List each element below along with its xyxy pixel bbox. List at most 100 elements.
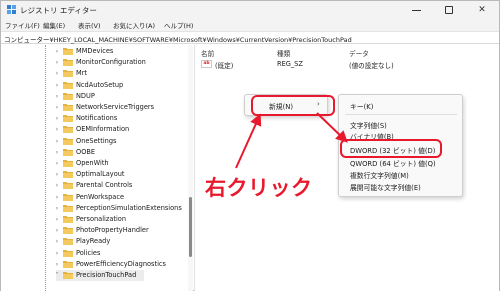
submenu-multi-string-value[interactable]: 複数行文字列値(M) [350,170,409,180]
tree-item-label: OptimalLayout [76,170,125,179]
submenu-expandable-string-value[interactable]: 展開可能な文字列値(E) [350,182,421,192]
tree-item[interactable]: › OptimalLayout [1,169,188,180]
minimize-button[interactable] [400,1,432,19]
menu-bar: ファイル(F) 編集(E) 表示(V) お気に入り(A) ヘルプ(H) [1,19,499,31]
tree-item[interactable]: ˅ PrecisionTouchPad [1,270,188,281]
chevron-right-icon[interactable]: › [53,181,61,190]
tree-item[interactable]: › PenWorkspace [1,192,188,203]
chevron-right-icon[interactable]: › [53,237,61,246]
submenu-key[interactable]: キー(K) [350,101,373,111]
chevron-right-icon[interactable]: › [53,103,61,112]
value-type: REG_SZ [277,60,303,68]
menu-help[interactable]: ヘルプ(H) [164,20,193,30]
tree-item[interactable]: › PhotoPropertyHandler [1,225,188,236]
tree-item-label: OOBE [76,147,96,156]
chevron-right-icon[interactable]: › [53,204,61,213]
new-menu-highlight [251,95,335,116]
folder-icon [63,148,73,156]
tree-item-label: PlayReady [76,237,111,246]
chevron-right-icon[interactable]: › [53,170,61,179]
value-data: (値の設定なし) [349,62,394,70]
string-value-icon: ab [201,60,212,68]
chevron-right-icon[interactable]: › [53,215,61,224]
folder-icon [63,171,73,179]
submenu-separator [345,114,457,115]
folder-icon [63,104,73,111]
tree-item[interactable]: › MonitorConfiguration [1,57,188,68]
submenu-qword-value[interactable]: QWORD (64 ビット) 値(Q) [350,158,436,168]
tree-item-label: PowerEfficiencyDiagnostics [76,259,166,268]
tree-scroll-thumb[interactable] [189,197,192,257]
tree-item[interactable]: › OOBE [1,147,188,158]
tree-item[interactable]: › NcdAutoSetup [1,80,188,91]
column-header-data[interactable]: データ [349,48,369,58]
folder-icon [63,92,73,100]
chevron-right-icon[interactable]: › [53,81,61,90]
tree-item-label: OpenWith [76,159,109,167]
value-row[interactable]: ab (既定) REG_SZ (値の設定なし) [195,59,499,70]
close-icon: ✕ [478,5,486,15]
column-header-type[interactable]: 種類 [277,48,290,58]
folder-icon [63,227,73,235]
chevron-right-icon[interactable]: › [53,159,61,168]
folder-icon [63,182,73,190]
tree-item[interactable]: › NetworkServiceTriggers [1,102,188,113]
address-bar[interactable]: コンピューター¥HKEY_LOCAL_MACHINE¥SOFTWARE¥Micr… [1,31,499,44]
folder-icon [63,48,73,55]
chevron-right-icon[interactable]: › [53,69,61,78]
tree-item[interactable]: › PowerEfficiencyDiagnostics [1,259,188,270]
chevron-right-icon[interactable]: › [53,193,61,202]
minimize-icon [411,9,421,11]
tree-item-label: MonitorConfiguration [76,58,146,67]
tree-item-label: Policies [76,248,101,257]
chevron-right-icon[interactable]: › [53,148,61,157]
tree-item[interactable]: › Mrt [1,68,188,79]
tree-item[interactable]: › Policies [1,248,188,259]
chevron-right-icon[interactable]: › [53,47,61,56]
chevron-right-icon[interactable]: › [53,114,61,123]
tree-item[interactable]: › OpenWith [1,158,188,169]
tree-item-label: OneSettings [76,136,117,145]
menu-favorites[interactable]: お気に入り(A) [113,20,155,30]
menu-file[interactable]: ファイル(F) [5,20,40,30]
value-name: (既定) [215,62,234,70]
tree-scrollbar[interactable] [188,45,193,291]
tree-item-label: OEMInformation [76,125,130,134]
tree-item[interactable]: › Personalization [1,214,188,225]
chevron-right-icon[interactable]: › [53,58,61,67]
chevron-right-icon[interactable]: › [53,260,61,269]
folder-icon [63,260,73,268]
tree-item-label: NcdAutoSetup [76,80,124,89]
tree-item[interactable]: › OneSettings [1,136,188,147]
tree-item-label: NDUP [76,91,95,100]
tree-item[interactable]: › Notifications [1,113,188,124]
folder-icon [63,59,73,67]
maximize-button[interactable] [433,1,465,19]
chevron-right-icon[interactable]: › [53,92,61,101]
tree-item[interactable]: › NDUP [1,91,188,102]
key-tree: › MMDevices › MonitorConfiguration › Mrt › NcdA… [1,45,188,291]
menu-view[interactable]: 表示(V) [78,20,101,30]
chevron-down-icon[interactable]: ˅ [53,271,61,280]
tree-item-label: PrecisionTouchPad [76,271,137,279]
submenu-string-value[interactable]: 文字列値(S) [350,120,387,130]
chevron-right-icon[interactable]: › [53,226,61,235]
tree-item[interactable]: › PlayReady [1,236,188,247]
tree-item[interactable]: › Parental Controls [1,180,188,191]
chevron-right-icon[interactable]: › [53,249,61,258]
window-title: レジストリ エディター [20,6,97,15]
tree-item[interactable]: › MMDevices [1,46,188,57]
folder-icon [63,81,73,89]
tree-item[interactable]: › OEMInformation [1,124,188,135]
dword-highlight [340,139,442,158]
close-button[interactable]: ✕ [466,1,498,19]
maximize-icon [445,6,453,14]
tree-item-label: NetworkServiceTriggers [76,103,155,111]
menu-edit[interactable]: 編集(E) [43,20,65,30]
folder-icon [63,160,73,167]
chevron-right-icon[interactable]: › [53,125,61,134]
tree-item[interactable]: › PerceptionSimulationExtensions [1,203,188,214]
column-header-name[interactable]: 名前 [201,48,214,58]
chevron-right-icon[interactable]: › [53,137,61,146]
folder-icon [63,126,73,134]
